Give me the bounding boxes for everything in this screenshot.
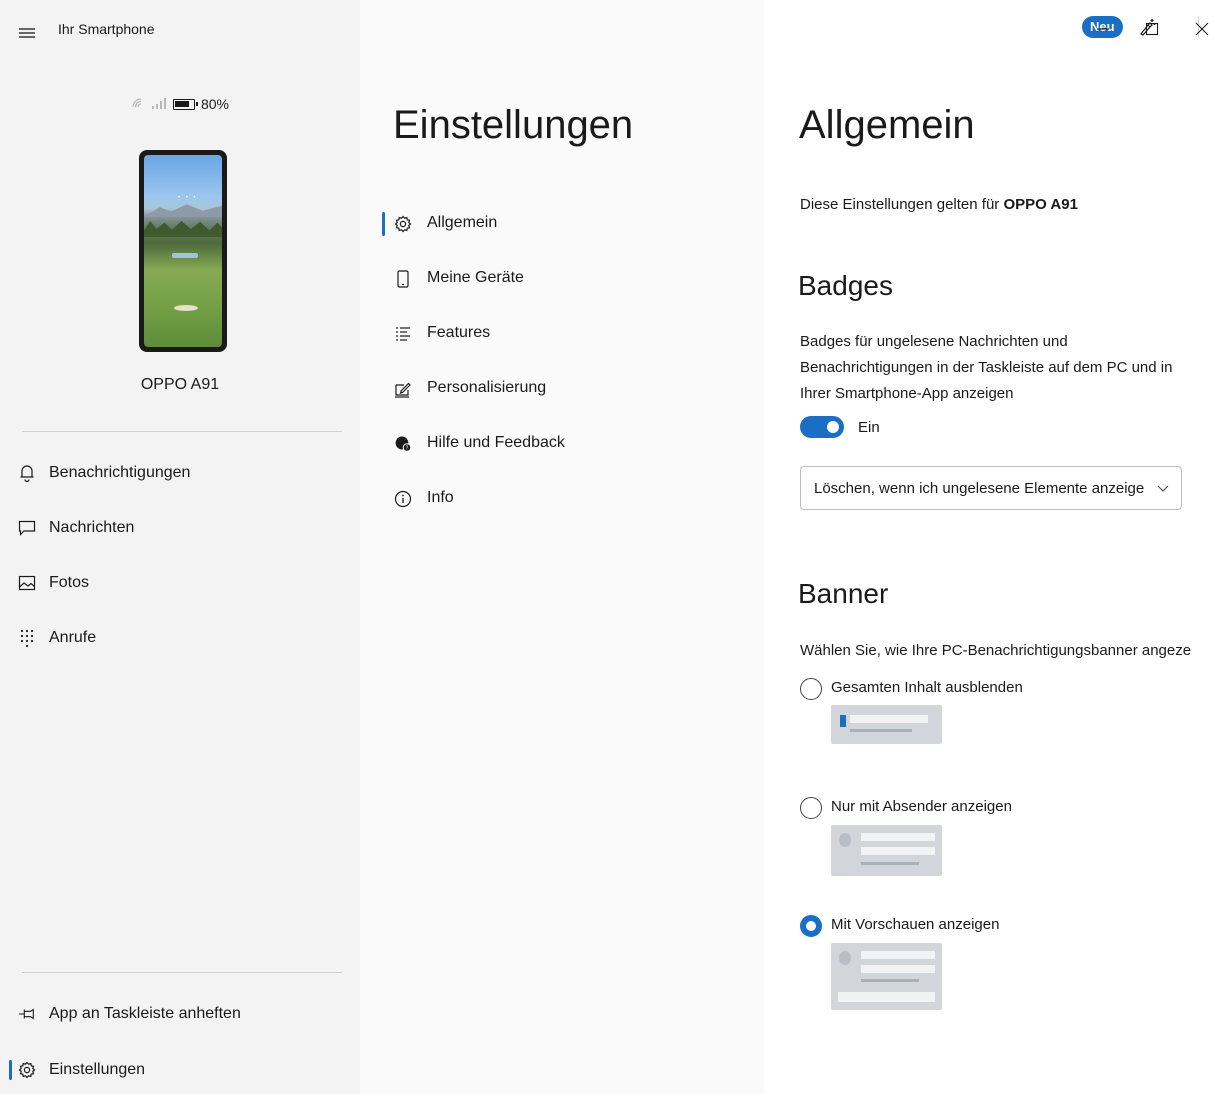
bell-icon	[18, 464, 36, 482]
sidebar: Ihr Smartphone 80% • • • OPPO A91 Benach…	[0, 0, 360, 1094]
dialpad-icon	[18, 629, 36, 647]
gear-icon	[18, 1061, 36, 1079]
sidebar-item-label: Einstellungen	[49, 1061, 146, 1078]
page-title: Allgemein	[799, 103, 975, 147]
phone-image[interactable]: • • •	[139, 150, 227, 352]
settings-item-label: Meine Geräte	[427, 269, 524, 286]
avatar-placeholder-icon	[839, 833, 851, 847]
general-settings-panel: Neu Allgemein Diese Einstellungen gelten…	[764, 0, 1215, 1094]
divider	[22, 972, 342, 973]
badges-description: Badges für ungelesene Nachrichten und Be…	[800, 333, 1173, 402]
settings-item-label: Hilfe und Feedback	[427, 434, 565, 451]
radio-label: Gesamten Inhalt ausblenden	[831, 679, 1023, 696]
sidebar-item-label: Fotos	[49, 574, 90, 591]
settings-item-info[interactable]: Info	[360, 479, 764, 519]
cell-signal-icon	[151, 96, 167, 112]
help-feedback-icon: ?	[394, 435, 412, 453]
settings-item-label: Personalisierung	[427, 379, 547, 396]
sidebar-item-label: Benachrichtigungen	[49, 464, 191, 481]
list-icon	[394, 325, 412, 343]
radio-button[interactable]	[800, 915, 822, 937]
sidebar-item-label: Nachrichten	[49, 519, 135, 536]
settings-item-help-feedback[interactable]: ? Hilfe und Feedback	[360, 424, 764, 464]
battery-percent: 80%	[200, 96, 230, 112]
banner-preview-with-preview	[831, 943, 942, 1010]
chat-bubble-icon	[18, 519, 36, 537]
settings-item-label: Features	[427, 324, 491, 341]
pin-to-taskbar-button[interactable]: App an Taskleiste anheften	[0, 994, 360, 1034]
applies-prefix: Diese Einstellungen gelten für	[800, 196, 1004, 213]
badges-toggle-state: Ein	[858, 419, 880, 436]
paint-icon	[394, 380, 412, 398]
radio-button[interactable]	[800, 678, 822, 700]
banner-preview-hide-all	[831, 705, 942, 744]
applies-to-text: Diese Einstellungen gelten für OPPO A91	[800, 196, 1078, 213]
battery-icon	[172, 98, 198, 110]
settings-item-features[interactable]: Features	[360, 314, 764, 354]
badges-heading: Badges	[798, 270, 893, 301]
app-title: Ihr Smartphone	[58, 21, 155, 37]
radio-button[interactable]	[800, 797, 822, 819]
settings-item-general[interactable]: Allgemein	[360, 204, 764, 244]
svg-text:?: ?	[406, 446, 409, 452]
wifi-signal-icon	[131, 97, 145, 112]
dropdown-value: Löschen, wenn ich ungelesene Elemente an…	[814, 480, 1145, 497]
phone-status: 80%	[0, 96, 360, 112]
sidebar-item-calls[interactable]: Anrufe	[0, 618, 360, 658]
banner-preview-sender-only	[831, 825, 942, 876]
avatar-placeholder-icon	[839, 951, 851, 965]
phone-wallpaper: • • •	[144, 155, 222, 347]
applies-device: OPPO A91	[1003, 196, 1078, 213]
radio-label: Nur mit Absender anzeigen	[831, 798, 1012, 815]
close-icon[interactable]	[1191, 18, 1213, 40]
sidebar-item-settings[interactable]: Einstellungen	[0, 1050, 360, 1090]
hamburger-menu-icon[interactable]	[16, 22, 38, 44]
sidebar-item-label: Anrufe	[49, 629, 97, 646]
settings-item-my-devices[interactable]: Meine Geräte	[360, 259, 764, 299]
sidebar-item-photos[interactable]: Fotos	[0, 563, 360, 603]
badges-toggle[interactable]	[800, 416, 844, 438]
gear-icon	[394, 215, 412, 233]
settings-item-personalization[interactable]: Personalisierung	[360, 369, 764, 409]
title-bar: Neu	[915, 10, 1215, 48]
settings-nav: Einstellungen Allgemein Meine Geräte Fea…	[360, 0, 764, 1094]
banner-heading: Banner	[798, 578, 889, 609]
divider	[22, 431, 342, 432]
banner-option-hide-all[interactable]: Gesamten Inhalt ausblenden	[800, 677, 1100, 703]
phone-outline-icon	[394, 270, 412, 288]
radio-label: Mit Vorschauen anzeigen	[831, 916, 1000, 933]
device-name: OPPO A91	[140, 376, 220, 393]
sidebar-item-messages[interactable]: Nachrichten	[0, 508, 360, 548]
chevron-down-icon	[1155, 480, 1171, 496]
settings-item-label: Info	[427, 489, 454, 506]
settings-item-label: Allgemein	[427, 214, 498, 231]
settings-title: Einstellungen	[393, 103, 634, 147]
banner-option-sender-only[interactable]: Nur mit Absender anzeigen	[800, 796, 1100, 822]
pin-icon	[18, 1005, 36, 1023]
sidebar-item-label: App an Taskleiste anheften	[49, 1005, 241, 1022]
sidebar-item-notifications[interactable]: Benachrichtigungen	[0, 453, 360, 493]
badges-clear-dropdown[interactable]: Löschen, wenn ich ungelesene Elemente an…	[800, 466, 1182, 510]
maximize-icon[interactable]	[1141, 18, 1163, 40]
banner-option-with-preview[interactable]: Mit Vorschauen anzeigen	[800, 914, 1100, 940]
info-icon	[394, 490, 412, 508]
banner-description: Wählen Sie, wie Ihre PC-Benachrichtigung…	[800, 642, 1192, 659]
photo-icon	[18, 574, 36, 592]
minimize-icon[interactable]	[1092, 18, 1114, 40]
